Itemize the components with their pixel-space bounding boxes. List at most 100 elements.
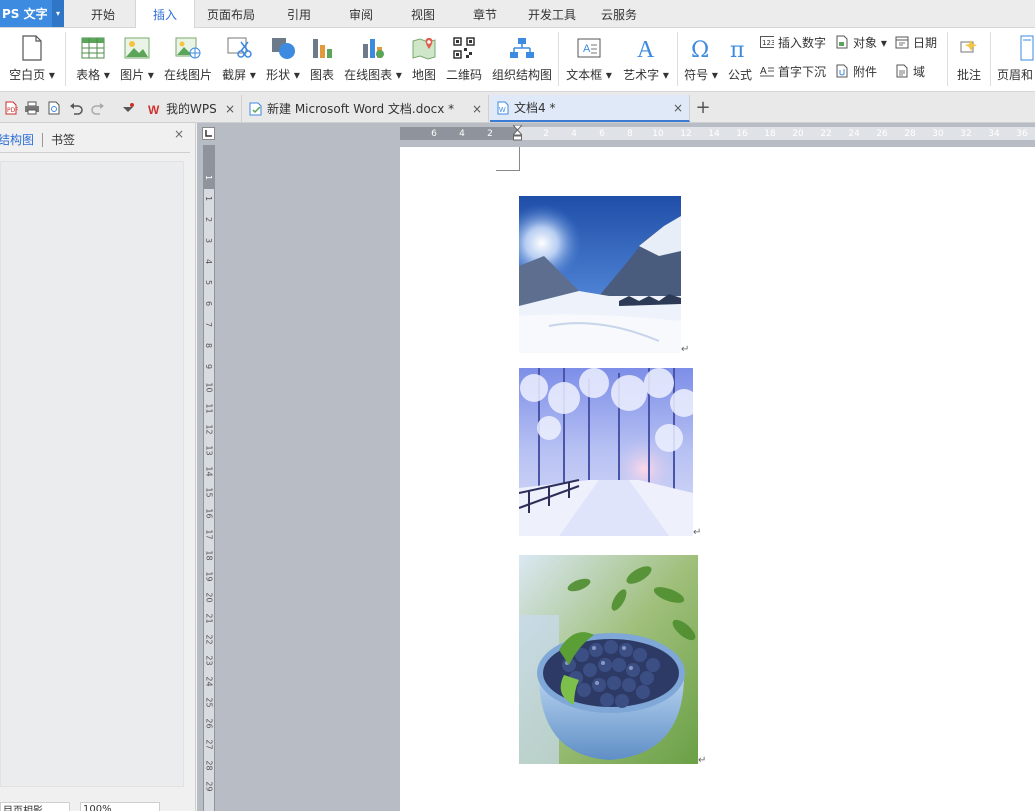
horizontal-ruler[interactable]: 6 4 2 2 4 6 8 10 12 14 16 18 20 22 24 26 28 30 32 34 36 — [400, 127, 1035, 140]
svg-text:W: W — [148, 103, 160, 115]
textbox-button[interactable]: A 文本框 ▾ — [563, 28, 615, 88]
print-icon[interactable] — [24, 100, 40, 116]
snowy-forest-image[interactable] — [519, 368, 693, 536]
svg-text:A: A — [760, 66, 767, 77]
ruler-label: 32 — [960, 128, 972, 139]
app-menu-button[interactable]: PS 文字 ▾ — [0, 0, 64, 27]
ruler-label: 8 — [627, 128, 633, 139]
app-caret-icon[interactable]: ▾ — [52, 0, 64, 27]
document-page[interactable]: ↵ ↵ ↵ — [400, 147, 1035, 811]
table-button[interactable]: 表格 ▾ — [73, 28, 113, 88]
org-chart-button[interactable]: 组织结构图 — [489, 28, 555, 88]
navigation-panel-tabs: 结构图 书签 × — [0, 127, 190, 153]
date-button[interactable]: 日期 — [895, 32, 937, 52]
online-chart-icon — [360, 33, 386, 63]
tab-word-doc[interactable]: 新建 Microsoft Word 文档.docx * × — [243, 95, 489, 122]
wps-logo-icon: W — [148, 102, 162, 116]
formula-label: 公式 — [727, 68, 752, 82]
ruler-label: 3 — [204, 237, 214, 244]
picture-icon — [124, 33, 150, 63]
ribbon-separator — [947, 32, 948, 86]
ruler-label: 8 — [204, 342, 214, 349]
comment-button[interactable]: 批注 — [952, 28, 986, 88]
tab-doc4[interactable]: W 文档4 * × — [490, 95, 690, 122]
ruler-label: 27 — [204, 739, 214, 750]
field-button[interactable]: 域 — [895, 61, 925, 81]
tab-review[interactable]: 审阅 — [334, 0, 388, 28]
paragraph-mark: ↵ — [693, 527, 702, 538]
map-label: 地图 — [411, 68, 436, 82]
tab-references[interactable]: 引用 — [272, 0, 326, 28]
vertical-ruler[interactable]: 1 1 2 3 4 5 6 7 8 9 10 11 12 13 14 15 16 17 18 19 20 21 22 23 24… — [203, 145, 215, 811]
online-picture-button[interactable]: 在线图片 — [161, 28, 215, 88]
ruler-label: 22 — [204, 634, 214, 645]
undo-icon[interactable] — [68, 100, 84, 116]
margin-corner-marker — [496, 147, 520, 171]
ruler-label: 5 — [204, 279, 214, 286]
object-button[interactable]: 对象 ▾ — [835, 32, 887, 52]
customize-toolbar-icon[interactable] — [120, 100, 136, 116]
zoom-box[interactable]: 100% — [80, 802, 160, 811]
comment-label: 批注 — [956, 68, 981, 82]
new-tab-plus-icon[interactable]: + — [694, 97, 712, 118]
blank-page-button[interactable]: 空白页 ▾ — [6, 28, 58, 88]
close-icon[interactable]: × — [472, 102, 482, 116]
insert-number-button[interactable]: 123 插入数字 — [760, 32, 826, 52]
object-label: 对象 ▾ — [853, 35, 887, 50]
shape-icon — [270, 33, 296, 63]
number-123-icon: 123 — [760, 35, 774, 49]
close-icon[interactable]: × — [673, 101, 683, 115]
online-chart-button[interactable]: 在线图表 ▾ — [342, 28, 404, 88]
ruler-label: 20 — [792, 128, 804, 139]
ruler-label: 12 — [680, 128, 692, 139]
ruler-label: 23 — [204, 655, 214, 666]
tab-insert[interactable]: 插入 — [135, 0, 195, 29]
drop-cap-button[interactable]: A 首字下沉 — [760, 61, 826, 81]
map-button[interactable]: 地图 — [408, 28, 440, 88]
chart-button[interactable]: 图表 — [306, 28, 338, 88]
qrcode-button[interactable]: 二维码 — [444, 28, 484, 88]
ruler-label: 36 — [1016, 128, 1028, 139]
tab-cloud[interactable]: 云服务 — [592, 0, 646, 28]
tab-bookmark[interactable]: 书签 — [43, 131, 83, 148]
document-canvas[interactable]: 6 4 2 2 4 6 8 10 12 14 16 18 20 22 24 26 28 30 32 34 36 1123… — [197, 123, 1035, 811]
ruler-label: 26 — [204, 718, 214, 729]
tab-stop-selector[interactable] — [202, 127, 215, 140]
snowy-mountain-image[interactable] — [519, 196, 681, 353]
tab-chapter[interactable]: 章节 — [458, 0, 512, 28]
close-panel-icon[interactable]: × — [174, 127, 184, 141]
svg-text:Ω: Ω — [691, 38, 709, 60]
tab-start[interactable]: 开始 — [74, 0, 132, 28]
blueberries-image[interactable] — [519, 555, 698, 764]
print-preview-icon[interactable] — [46, 100, 62, 116]
export-pdf-icon[interactable]: PDF — [3, 100, 19, 116]
screenshot-button[interactable]: 截屏 ▾ — [219, 28, 259, 88]
shape-button[interactable]: 形状 ▾ — [263, 28, 303, 88]
tab-page-layout[interactable]: 页面布局 — [199, 0, 263, 28]
indent-marker-icon[interactable] — [511, 124, 524, 145]
symbol-button[interactable]: Ω 符号 ▾ — [681, 28, 721, 88]
tab-view[interactable]: 视图 — [396, 0, 450, 28]
svg-text:PDF: PDF — [7, 107, 18, 114]
field-icon — [895, 64, 909, 78]
redo-icon[interactable] — [90, 100, 106, 116]
tab-document-structure[interactable]: 结构图 — [0, 131, 42, 148]
menu-bar: PS 文字 ▾ 开始 插入 页面布局 引用 审阅 视图 章节 开发工具 云服务 — [0, 0, 1035, 29]
picture-button[interactable]: 图片 ▾ — [117, 28, 157, 88]
svg-text:123: 123 — [762, 39, 774, 47]
formula-button[interactable]: π 公式 — [724, 28, 756, 88]
tab-developer[interactable]: 开发工具 — [520, 0, 584, 28]
svg-text:A: A — [637, 37, 655, 61]
attachment-button[interactable]: 附件 — [835, 61, 877, 81]
svg-text:A: A — [583, 43, 591, 55]
tab-my-wps-label: 我的WPS — [166, 102, 217, 116]
online-picture-icon — [175, 33, 201, 63]
tab-my-wps[interactable]: W 我的WPS × — [142, 95, 242, 122]
wordart-button[interactable]: A 艺术字 ▾ — [619, 28, 673, 88]
table-label: 表格 ▾ — [76, 68, 110, 82]
ruler-label: 6 — [599, 128, 605, 139]
ribbon-separator — [677, 32, 678, 86]
omega-icon: Ω — [689, 33, 713, 63]
header-footer-button[interactable]: 页眉和 — [997, 28, 1035, 88]
close-icon[interactable]: × — [225, 102, 235, 116]
